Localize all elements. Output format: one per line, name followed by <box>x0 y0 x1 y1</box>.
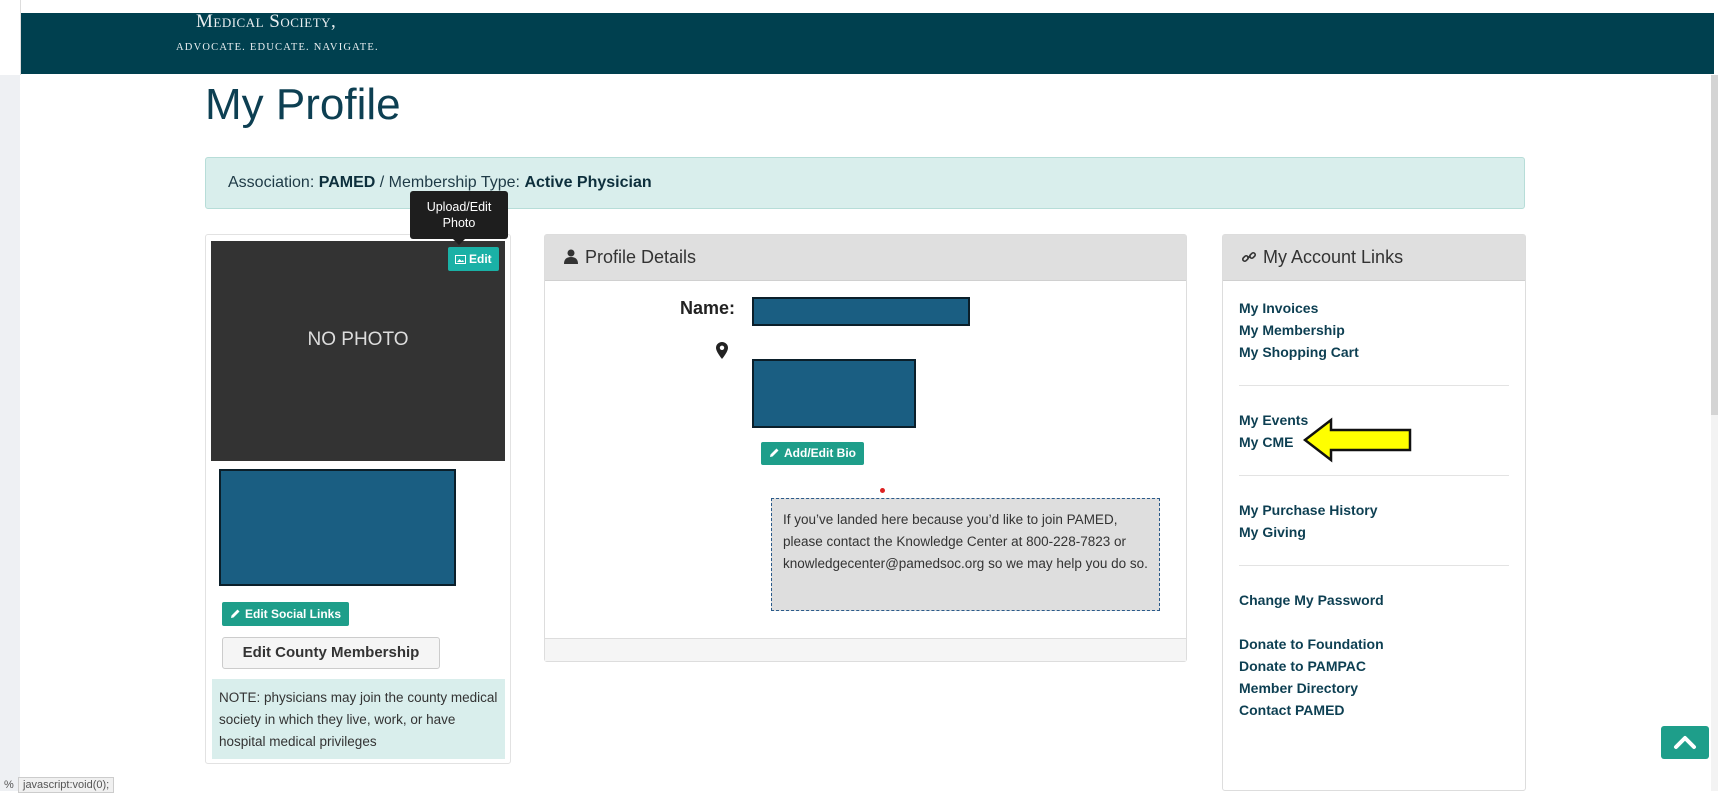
association-label: Association: <box>228 174 315 191</box>
donate-foundation-link[interactable]: Donate to Foundation <box>1239 633 1384 655</box>
browser-left-edge <box>0 0 21 791</box>
my-invoices-link[interactable]: My Invoices <box>1239 297 1359 319</box>
association-value: PAMED <box>318 174 376 191</box>
redacted-social-info <box>219 469 456 586</box>
edit-photo-label: Edit <box>469 252 492 266</box>
red-dot-marker <box>880 488 885 493</box>
brand-tagline: ADVOCATE. EDUCATE. NAVIGATE. <box>176 42 379 53</box>
pencil-icon <box>231 609 240 618</box>
tooltip-text: Upload/Edit Photo <box>426 200 492 230</box>
status-percent: % <box>4 779 14 791</box>
user-icon <box>564 249 578 264</box>
account-links-header: My Account Links <box>1223 235 1525 281</box>
my-cme-link[interactable]: My CME <box>1239 431 1308 453</box>
brand-name[interactable]: Medical Society, <box>196 11 336 33</box>
profile-details-title: Profile Details <box>585 247 697 267</box>
profile-details-header: Profile Details <box>545 235 1186 281</box>
join-pamed-message: If you’ve landed here because you’d like… <box>771 498 1160 611</box>
add-edit-bio-label: Add/Edit Bio <box>784 446 856 460</box>
site-header: Medical Society, ADVOCATE. EDUCATE. NAVI… <box>21 11 1714 74</box>
change-password-link[interactable]: Change My Password <box>1239 589 1384 611</box>
add-edit-bio-button[interactable]: Add/Edit Bio <box>761 442 864 465</box>
links-group-purchases: My Invoices My Membership My Shopping Ca… <box>1239 297 1359 363</box>
scrollbar-thumb[interactable] <box>1711 75 1718 415</box>
scroll-to-top-button[interactable] <box>1661 726 1709 759</box>
edit-photo-button[interactable]: Edit <box>448 247 499 271</box>
profile-details-footer <box>545 638 1186 661</box>
name-label: Name: <box>680 298 736 318</box>
pencil-icon <box>770 448 779 457</box>
redacted-address <box>752 359 916 428</box>
contact-pamed-link[interactable]: Contact PAMED <box>1239 699 1384 721</box>
membership-type-label: Membership Type: <box>388 174 520 191</box>
edit-social-links-label: Edit Social Links <box>245 607 342 621</box>
donate-pampac-link[interactable]: Donate to PAMPAC <box>1239 655 1384 677</box>
links-divider <box>1239 475 1509 476</box>
membership-type-value: Active Physician <box>524 174 652 191</box>
links-divider <box>1239 385 1509 386</box>
account-links-title: My Account Links <box>1263 247 1404 267</box>
page-scrollbar[interactable] <box>1711 75 1718 791</box>
edit-county-membership-button[interactable]: Edit County Membership <box>222 637 440 669</box>
my-giving-link[interactable]: My Giving <box>1239 521 1378 543</box>
no-photo-text: NO PHOTO <box>307 329 409 350</box>
page-title: My Profile <box>205 80 401 129</box>
my-events-link[interactable]: My Events <box>1239 409 1308 431</box>
my-membership-link[interactable]: My Membership <box>1239 319 1359 341</box>
redacted-name <box>752 297 970 326</box>
yellow-arrow-annotation <box>1303 417 1412 463</box>
profile-photo: NO PHOTO Edit <box>211 241 505 461</box>
county-note: NOTE: physicians may join the county med… <box>212 679 505 759</box>
links-group-education: My Events My CME <box>1239 409 1308 453</box>
links-group-history: My Purchase History My Giving <box>1239 499 1378 543</box>
association-banner: Association: PAMED / Membership Type: Ac… <box>205 157 1525 209</box>
chevron-up-icon <box>1674 736 1696 749</box>
member-directory-link[interactable]: Member Directory <box>1239 677 1384 699</box>
links-group-password: Change My Password <box>1239 589 1384 611</box>
tooltip-arrow <box>453 239 465 245</box>
banner-separator: / <box>379 174 385 191</box>
links-divider <box>1239 565 1509 566</box>
links-group-other: Donate to Foundation Donate to PAMPAC Me… <box>1239 633 1384 721</box>
image-icon <box>455 255 466 264</box>
my-shopping-cart-link[interactable]: My Shopping Cart <box>1239 341 1359 363</box>
link-icon <box>1241 251 1257 263</box>
edit-social-links-button[interactable]: Edit Social Links <box>222 602 350 626</box>
my-purchase-history-link[interactable]: My Purchase History <box>1239 499 1378 521</box>
map-pin-icon <box>716 342 728 359</box>
window-notch <box>0 0 21 75</box>
upload-photo-tooltip: Upload/Edit Photo <box>410 191 508 245</box>
